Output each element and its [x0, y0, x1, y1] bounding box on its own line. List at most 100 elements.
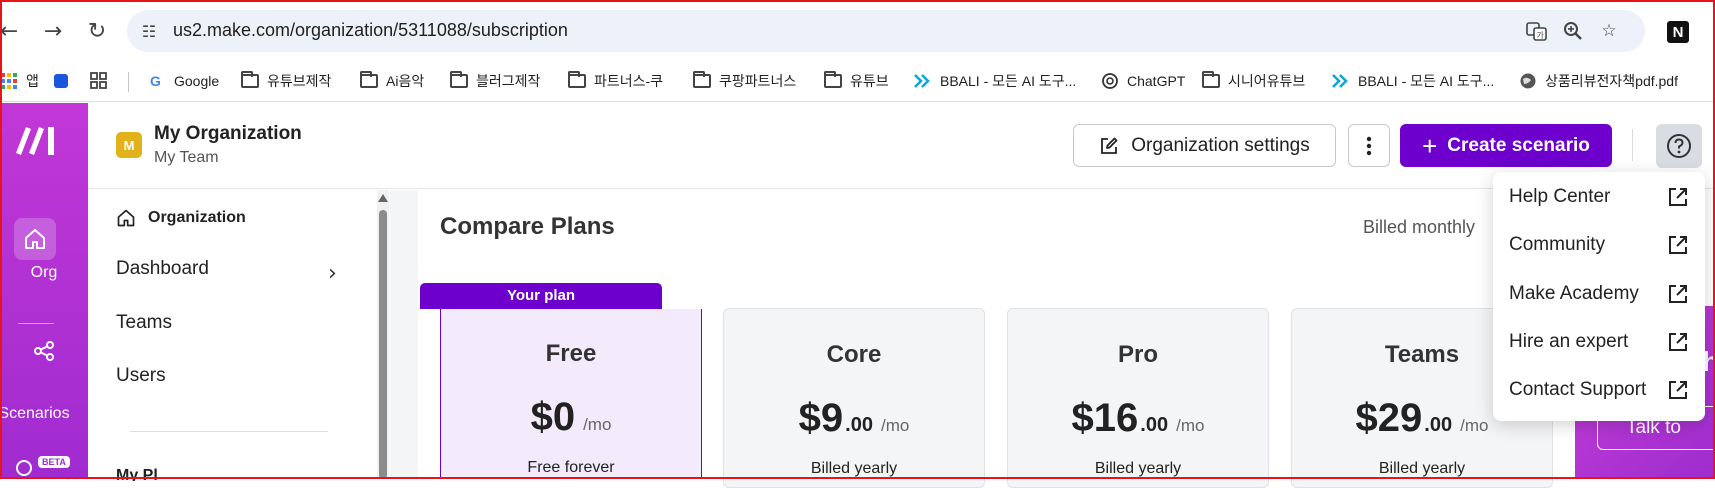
bookmark-label: BBALI - 모든 AI 도구...	[1358, 73, 1495, 89]
billing-toggle[interactable]: Billed monthly	[1363, 217, 1475, 238]
folder-icon	[693, 71, 711, 88]
bookmark-apps[interactable]: 앱	[0, 68, 39, 94]
bookmark-label: 앱	[26, 73, 39, 89]
help-menu: Help Center Community Make Academy Hire …	[1493, 172, 1705, 421]
plan-price-period: /mo	[1460, 416, 1489, 435]
plan-price: $16 .00 /mo	[1008, 396, 1268, 441]
org-name[interactable]: My Organization	[154, 123, 302, 145]
bookmark-label: 유튜브제작	[267, 73, 332, 89]
plan-billing: Billed yearly	[1378, 460, 1466, 477]
plan-card-core[interactable]: Core $9 .00 /mo Billed yearly	[723, 308, 985, 488]
organization-settings-button[interactable]: Organization settings	[1073, 124, 1336, 167]
bookmark-folder[interactable]: Ai음악	[360, 68, 424, 94]
plan-price-amount: $9	[798, 396, 844, 440]
sidebar-item-users[interactable]: Users	[116, 365, 166, 387]
app-header: M My Organization My Team Organization s…	[88, 103, 1715, 189]
sidenav-heading[interactable]: Organization	[116, 208, 246, 228]
menu-item-help-center[interactable]: Help Center	[1493, 177, 1705, 217]
kebab-icon	[1366, 136, 1372, 155]
external-link-icon	[1669, 236, 1687, 254]
translate-icon[interactable]: 가	[1525, 19, 1549, 43]
bookmark-google[interactable]: G Google	[148, 68, 219, 94]
plan-price: $0 /mo	[441, 395, 701, 440]
organization-settings-label: Organization settings	[1131, 134, 1310, 156]
folder-icon	[1202, 71, 1220, 88]
external-link-icon	[1669, 285, 1687, 303]
plan-price-cents: .00	[1140, 414, 1169, 436]
plan-card-free[interactable]: Free $0 /mo Free forever	[440, 309, 702, 479]
tab-grid-icon	[90, 72, 108, 90]
plan-card-pro[interactable]: Pro $16 .00 /mo Billed yearly	[1007, 308, 1269, 488]
browser-toolbar: ← → ↻ ☷ us2.make.com/organization/531108…	[0, 0, 1715, 62]
bookmark-pdf[interactable]: 상품리뷰전자책pdf.pdf	[1519, 68, 1678, 94]
more-options-button[interactable]	[1348, 124, 1390, 167]
bookmark-blue[interactable]	[52, 68, 70, 94]
create-scenario-button[interactable]: + Create scenario	[1400, 124, 1612, 167]
bookmark-label: 유튜브	[850, 73, 889, 89]
bookmark-folder[interactable]: 시니어유튜브	[1202, 68, 1305, 94]
plan-price-amount: $29	[1355, 396, 1423, 440]
url-text[interactable]: us2.make.com/organization/5311088/subscr…	[173, 20, 568, 41]
bookmark-folder[interactable]: 파트너스-쿠	[568, 68, 663, 94]
bookmark-label: 블러그제작	[476, 73, 541, 89]
team-name[interactable]: My Team	[154, 149, 219, 167]
plan-price-period: /mo	[880, 416, 910, 435]
apps-grid-icon	[0, 72, 18, 90]
rail-org-label[interactable]: Org	[0, 264, 88, 282]
bookmark-folder[interactable]: 블러그제작	[450, 68, 540, 94]
menu-item-label: Community	[1509, 234, 1606, 255]
svg-text:가: 가	[1537, 31, 1545, 40]
sidenav-scrollbar[interactable]	[377, 190, 389, 479]
bookmark-folder[interactable]: 쿠팡파트너스	[693, 68, 796, 94]
notion-extension-icon[interactable]: N	[1667, 21, 1689, 43]
folder-icon	[568, 71, 586, 88]
bookmark-folder[interactable]: 유튜브제작	[241, 68, 331, 94]
site-settings-icon[interactable]: ☷	[138, 20, 160, 42]
menu-item-contact-support[interactable]: Contact Support	[1493, 370, 1705, 410]
external-link-icon	[1669, 333, 1687, 351]
bookmark-bbali[interactable]: BBALI - 모든 AI 도구...	[1332, 68, 1494, 94]
help-button[interactable]	[1656, 124, 1702, 168]
scenarios-icon[interactable]	[0, 339, 88, 368]
plan-price: $9 .00 /mo	[724, 396, 984, 441]
folder-icon	[360, 71, 378, 88]
page-title: Compare Plans	[440, 213, 615, 240]
menu-item-hire-expert[interactable]: Hire an expert	[1493, 322, 1705, 362]
address-bar[interactable]: ☷ us2.make.com/organization/5311088/subs…	[127, 10, 1645, 52]
make-logo-icon[interactable]	[14, 123, 58, 157]
scrollbar-thumb[interactable]	[379, 210, 387, 479]
bookmark-chatgpt[interactable]: ChatGPT	[1101, 68, 1185, 94]
bookmark-label: ChatGPT	[1127, 73, 1186, 89]
plan-price-amount: $16	[1071, 396, 1139, 440]
sidebar-item-teams[interactable]: Teams	[116, 312, 172, 334]
star-icon[interactable]: ☆	[1597, 19, 1621, 43]
home-icon	[117, 209, 135, 227]
zoom-icon[interactable]	[1561, 19, 1585, 43]
your-plan-badge: Your plan	[420, 283, 662, 309]
bookmark-label: Google	[174, 73, 220, 89]
app-rail: Org Scenarios BETA	[0, 103, 88, 479]
menu-item-make-academy[interactable]: Make Academy	[1493, 274, 1705, 314]
chevron-right-icon[interactable]: ›	[328, 261, 337, 286]
arrow-right-icon[interactable]: →	[38, 16, 68, 46]
rail-scenarios-label[interactable]: Scenarios	[0, 405, 78, 423]
bookmark-tabs[interactable]	[90, 68, 108, 94]
avatar[interactable]: M	[116, 132, 142, 158]
plan-billing: Billed yearly	[1094, 460, 1182, 477]
bookmark-label: 시니어유튜브	[1228, 73, 1306, 89]
bookmark-folder[interactable]: 유튜브	[824, 68, 889, 94]
reload-icon[interactable]: ↻	[82, 16, 112, 46]
plan-billing: Free forever	[527, 459, 615, 476]
chatgpt-icon	[1101, 72, 1119, 90]
menu-item-community[interactable]: Community	[1493, 225, 1705, 265]
create-scenario-label: Create scenario	[1447, 134, 1590, 156]
home-icon[interactable]	[14, 218, 56, 260]
rail-divider	[18, 323, 54, 324]
plus-icon: +	[1422, 130, 1438, 161]
arrow-left-icon[interactable]: ←	[0, 16, 24, 46]
sidebar-item-dashboard[interactable]: Dashboard	[116, 258, 209, 280]
external-link-icon	[1669, 188, 1687, 206]
globe-icon	[1519, 72, 1537, 90]
scroll-up-icon[interactable]	[378, 194, 388, 202]
bookmark-bbali[interactable]: BBALI - 모든 AI 도구...	[914, 68, 1076, 94]
